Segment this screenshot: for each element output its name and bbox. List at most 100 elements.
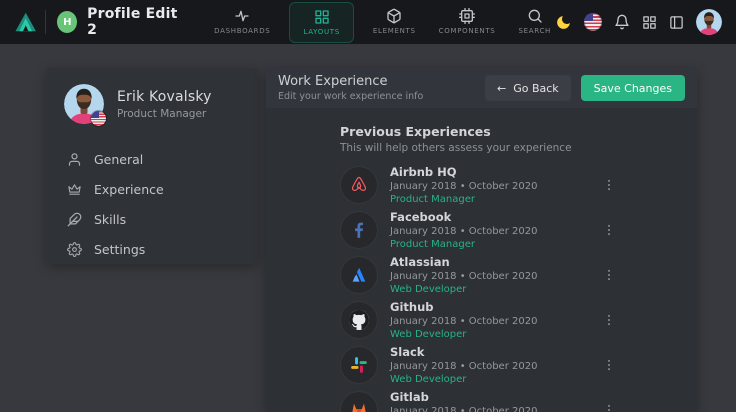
- nav-item-label: LAYOUTS: [303, 28, 339, 36]
- experience-row: Facebook January 2018 • October 2020 Pro…: [340, 207, 616, 252]
- company-name: Slack: [390, 345, 537, 359]
- nav-item[interactable]: DASHBOARDS: [210, 2, 274, 41]
- profile-menu: General Experience Skills Settings: [46, 144, 258, 264]
- topbar-actions: [555, 9, 722, 35]
- sidebar-menu-label: General: [94, 152, 143, 167]
- experience-info: Atlassian January 2018 • October 2020 We…: [390, 255, 537, 295]
- nav-item[interactable]: COMPONENTS: [435, 2, 500, 41]
- nav-item[interactable]: ELEMENTS: [369, 2, 420, 41]
- panel-title: Work Experience: [278, 74, 423, 89]
- panel-body: Previous Experiences This will help othe…: [266, 108, 697, 412]
- nav-item-label: DASHBOARDS: [214, 27, 270, 35]
- experience-role: Web Developer: [390, 284, 537, 295]
- company-logo-icon: [349, 265, 369, 285]
- sidebar-menu-label: Experience: [94, 182, 164, 197]
- panel-header: Work Experience Edit your work experienc…: [266, 68, 697, 108]
- row-options-menu-icon[interactable]: [602, 178, 616, 192]
- profile-avatar-wrap: [64, 84, 104, 124]
- profile-sidebar-card: Erik Kovalsky Product Manager General Ex…: [46, 68, 258, 264]
- app-logo-icon[interactable]: [14, 9, 37, 35]
- profile-name: Erik Kovalsky: [117, 89, 212, 105]
- experience-info: Gitlab January 2018 • October 2020 Web D…: [390, 390, 537, 412]
- experience-list: Airbnb HQ January 2018 • October 2020 Pr…: [340, 162, 697, 412]
- experience-dates: January 2018 • October 2020: [390, 361, 537, 372]
- nav-item-icon: [459, 8, 475, 24]
- row-options-menu-icon[interactable]: [602, 313, 616, 327]
- sidebar-menu-item[interactable]: Skills: [46, 204, 258, 234]
- nav-item-label: SEARCH: [518, 27, 551, 35]
- page-badge: H: [57, 11, 77, 33]
- page-title: Profile Edit 2: [87, 6, 182, 38]
- nav-item-icon: [234, 8, 250, 24]
- experience-dates: January 2018 • October 2020: [390, 406, 537, 412]
- panel-subtitle: Edit your work experience info: [278, 91, 423, 102]
- sidebar-menu-icon: [67, 212, 82, 227]
- sidebar-menu-label: Settings: [94, 242, 145, 257]
- experience-role: Product Manager: [390, 239, 537, 250]
- sidebar-menu-item[interactable]: Experience: [46, 174, 258, 204]
- experience-info: Slack January 2018 • October 2020 Web De…: [390, 345, 537, 385]
- experience-role: Web Developer: [390, 374, 537, 385]
- dark-mode-toggle-moon-icon[interactable]: [555, 14, 572, 31]
- company-logo-circle: [340, 166, 378, 204]
- experience-info: Github January 2018 • October 2020 Web D…: [390, 300, 537, 340]
- row-options-menu-icon[interactable]: [602, 403, 616, 412]
- company-logo-icon: [349, 400, 369, 412]
- company-name: Atlassian: [390, 255, 537, 269]
- nav-item[interactable]: SEARCH: [514, 2, 555, 41]
- nav-item[interactable]: LAYOUTS: [289, 2, 353, 43]
- sidebar-menu-item[interactable]: General: [46, 144, 258, 174]
- profile-country-flag-icon: [91, 111, 106, 126]
- profile-header: Erik Kovalsky Product Manager: [46, 68, 258, 124]
- company-logo-circle: [340, 346, 378, 384]
- company-name: Airbnb HQ: [390, 165, 537, 179]
- company-logo-icon: [349, 310, 369, 330]
- arrow-left-icon: ←: [497, 82, 506, 95]
- company-logo-circle: [340, 256, 378, 294]
- sidebar-toggle-icon[interactable]: [669, 15, 684, 30]
- experience-info: Airbnb HQ January 2018 • October 2020 Pr…: [390, 165, 537, 205]
- sidebar-menu-item[interactable]: Settings: [46, 234, 258, 264]
- section-header: Previous Experiences This will help othe…: [340, 124, 697, 154]
- sidebar-menu-label: Skills: [94, 212, 126, 227]
- main-nav: DASHBOARDS LAYOUTS ELEMENTS COMPONENTS: [210, 2, 555, 43]
- profile-role: Product Manager: [117, 108, 212, 120]
- nav-item-label: COMPONENTS: [439, 27, 496, 35]
- nav-item-label: ELEMENTS: [373, 27, 416, 35]
- save-changes-button[interactable]: Save Changes: [581, 75, 685, 101]
- sidebar-menu-icon: [67, 152, 82, 167]
- notifications-bell-icon[interactable]: [614, 14, 630, 30]
- section-title: Previous Experiences: [340, 124, 697, 139]
- section-subtitle: This will help others assess your experi…: [340, 142, 697, 154]
- apps-grid-icon[interactable]: [642, 15, 657, 30]
- company-logo-circle: [340, 301, 378, 339]
- company-logo-circle: [340, 391, 378, 412]
- nav-item-icon: [314, 9, 330, 25]
- sidebar-menu-icon: [67, 242, 82, 257]
- experience-role: Web Developer: [390, 329, 537, 340]
- top-navbar: H Profile Edit 2 DASHBOARDS LAYOUTS ELEM…: [0, 0, 736, 44]
- experience-info: Facebook January 2018 • October 2020 Pro…: [390, 210, 537, 250]
- experience-row: Github January 2018 • October 2020 Web D…: [340, 297, 616, 342]
- user-avatar[interactable]: [696, 9, 722, 35]
- experience-dates: January 2018 • October 2020: [390, 271, 537, 282]
- experience-row: Gitlab January 2018 • October 2020 Web D…: [340, 387, 616, 412]
- experience-dates: January 2018 • October 2020: [390, 181, 537, 192]
- topbar-divider: [45, 10, 46, 34]
- company-name: Gitlab: [390, 390, 537, 404]
- nav-item-icon: [386, 8, 402, 24]
- experience-row: Slack January 2018 • October 2020 Web De…: [340, 342, 616, 387]
- row-options-menu-icon[interactable]: [602, 223, 616, 237]
- nav-item-icon: [527, 8, 543, 24]
- company-logo-icon: [349, 175, 369, 195]
- row-options-menu-icon[interactable]: [602, 268, 616, 282]
- company-logo-circle: [340, 211, 378, 249]
- panel-actions: ← Go Back Save Changes: [485, 75, 685, 101]
- go-back-label: Go Back: [513, 82, 558, 95]
- language-us-flag-icon[interactable]: [584, 13, 602, 31]
- company-name: Github: [390, 300, 537, 314]
- go-back-button[interactable]: ← Go Back: [485, 75, 571, 101]
- row-options-menu-icon[interactable]: [602, 358, 616, 372]
- experience-row: Atlassian January 2018 • October 2020 We…: [340, 252, 616, 297]
- experience-dates: January 2018 • October 2020: [390, 226, 537, 237]
